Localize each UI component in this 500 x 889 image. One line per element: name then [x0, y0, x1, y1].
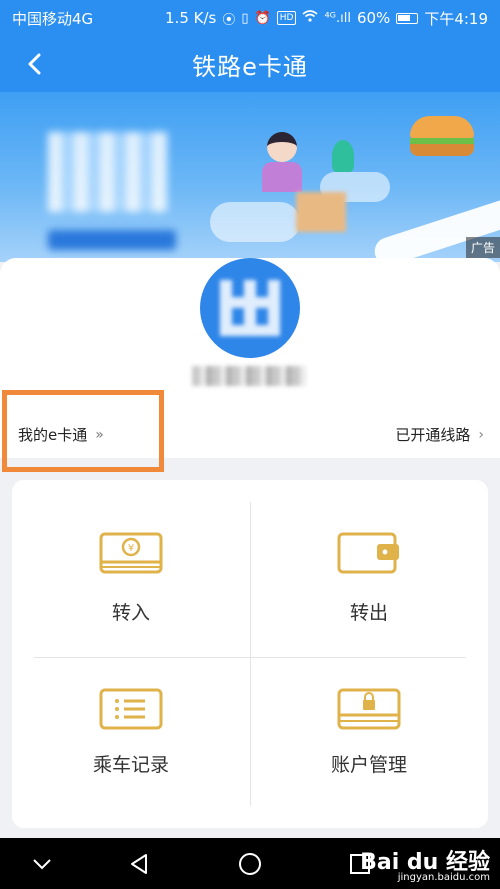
- person-illustration: [262, 132, 302, 192]
- qr-code-icon: [220, 280, 280, 336]
- transfer-in-card-icon: ¥: [99, 532, 163, 574]
- transfer-out-label: 转出: [349, 602, 388, 624]
- battery-icon: [396, 12, 419, 24]
- hd-badge: HD: [276, 11, 297, 25]
- carrier-label: 中国移动4G: [12, 9, 94, 28]
- page-title: 铁路e卡通: [192, 52, 308, 81]
- network-speed: 1.5 K/s: [165, 9, 217, 27]
- package-illustration: [296, 192, 346, 232]
- home-circle-icon[interactable]: [236, 850, 264, 878]
- chevron-right-icon: ›: [478, 426, 484, 443]
- burger-illustration: [410, 116, 474, 160]
- cell-signal-icon: ⁴ᴳ.ıll: [324, 10, 351, 26]
- baidu-jingyan-watermark: Bai du 经验 jingyan.baidu.com: [360, 844, 490, 883]
- transfer-in-label: 转入: [111, 602, 150, 624]
- wallet-icon: [337, 532, 401, 574]
- ride-record-button[interactable]: 乘车记录: [12, 688, 250, 777]
- alarm-icon: ⏰: [254, 10, 271, 26]
- ad-badge: 广告: [465, 237, 500, 258]
- opened-lines-link[interactable]: 已开通线路 ›: [395, 424, 484, 445]
- opened-lines-label: 已开通线路: [395, 426, 471, 444]
- annotation-highlight-box: [2, 390, 164, 472]
- status-bar: 中国移动4G 1.5 K/s ⦿ ▯ ⏰ HD ⁴ᴳ.ıll 60% 下午4:1…: [0, 0, 500, 36]
- location-icon: ⦿: [222, 12, 236, 28]
- status-icons: 1.5 K/s ⦿ ▯ ⏰ HD ⁴ᴳ.ıll 60% 下午4:19: [165, 8, 488, 29]
- nav-bar: 铁路e卡通: [0, 36, 500, 92]
- grid-divider-horizontal: [34, 657, 466, 658]
- svg-text:¥: ¥: [128, 543, 134, 554]
- back-triangle-icon[interactable]: [126, 850, 154, 878]
- blurred-banner-text: [48, 132, 168, 212]
- chevron-left-icon: [28, 53, 41, 75]
- back-button[interactable]: [16, 46, 52, 82]
- ad-banner[interactable]: 广告: [0, 92, 500, 262]
- clock: 下午4:19: [424, 9, 488, 28]
- ride-record-label: 乘车记录: [92, 754, 169, 776]
- battery-percent: 60%: [356, 9, 391, 27]
- blurred-banner-tag: [48, 230, 176, 250]
- account-lock-card-icon: [337, 688, 401, 730]
- account-management-button[interactable]: 账户管理: [250, 688, 488, 777]
- transfer-out-button[interactable]: 转出: [250, 532, 488, 625]
- ride-record-list-icon: [99, 688, 163, 730]
- transfer-in-button[interactable]: ¥ 转入: [12, 532, 250, 625]
- qr-code-avatar[interactable]: [200, 258, 300, 358]
- chevron-down-icon[interactable]: [28, 850, 56, 878]
- action-grid-card: ¥ 转入 转出 乘车记录 账户管理: [12, 480, 488, 828]
- wifi-icon: [302, 10, 318, 26]
- cloud-decoration: [210, 202, 300, 242]
- masked-account-name: [192, 366, 306, 386]
- tree-illustration: [332, 140, 354, 172]
- vibrate-icon: ▯: [241, 10, 249, 26]
- account-management-label: 账户管理: [330, 754, 407, 776]
